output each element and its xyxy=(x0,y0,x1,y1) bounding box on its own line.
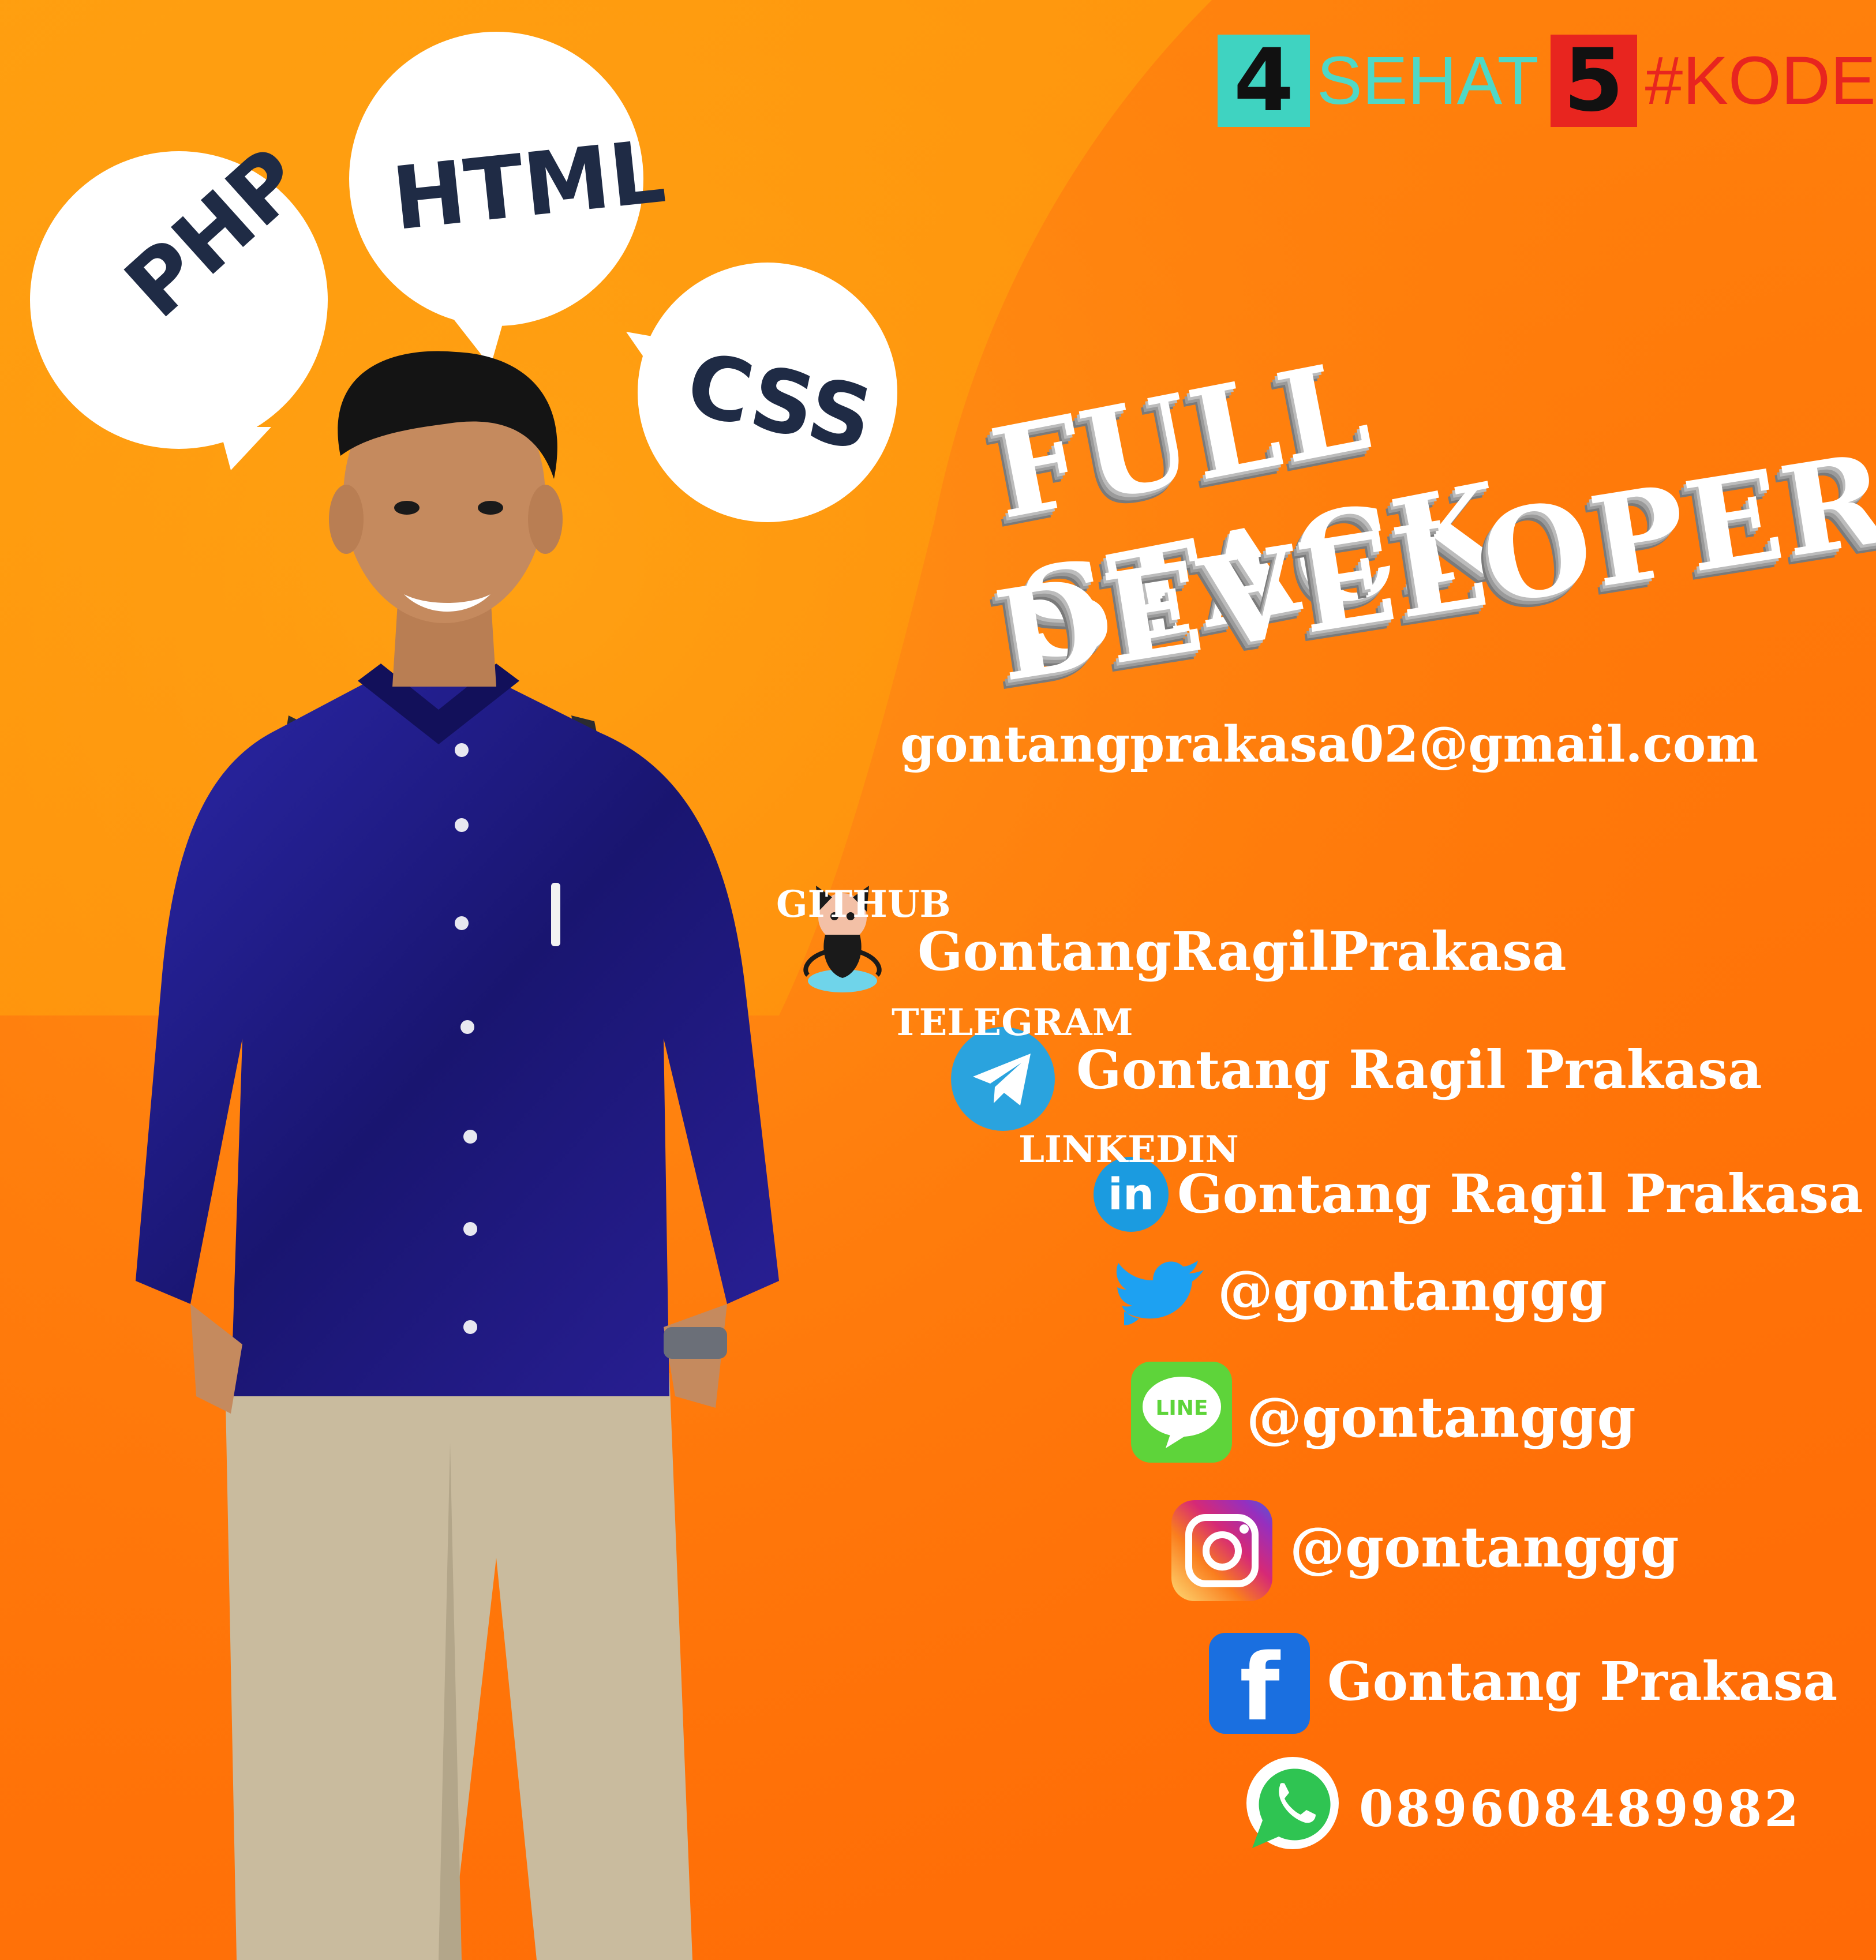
whatsapp-number[interactable]: 089608489982 xyxy=(1359,1780,1801,1838)
telegram-label: TELEGRAM xyxy=(892,1001,1133,1044)
svg-text:in: in xyxy=(1108,1168,1154,1220)
sehat-kode-logo: 4 SEHAT 5 #KODE xyxy=(1218,31,1876,131)
poster: in LINE f 4 SEHAT 5 #KODE PHP HTML CSS F… xyxy=(0,0,1876,1960)
twitter-handle[interactable]: @gontanggg xyxy=(1218,1258,1607,1323)
instagram-handle[interactable]: @gontanggg xyxy=(1290,1515,1679,1580)
instagram-icon xyxy=(1171,1500,1272,1601)
logo-number-5: 5 xyxy=(1550,31,1637,131)
line-handle[interactable]: @gontanggg xyxy=(1246,1385,1636,1450)
github-username[interactable]: GontangRagilPrakasa xyxy=(918,920,1567,983)
github-label: GITHUB xyxy=(776,883,951,926)
telegram-name[interactable]: Gontang Ragil Prakasa xyxy=(1076,1039,1762,1101)
email-address[interactable]: gontangprakasa02@gmail.com xyxy=(900,715,1758,774)
facebook-icon: f xyxy=(1209,1633,1310,1741)
svg-text:f: f xyxy=(1240,1633,1281,1741)
logo-word-sehat: SEHAT xyxy=(1317,43,1539,119)
svg-text:LINE: LINE xyxy=(1155,1396,1208,1420)
whatsapp-icon xyxy=(1246,1757,1339,1849)
linkedin-name[interactable]: Gontang Ragil Prakasa xyxy=(1177,1163,1863,1225)
facebook-name[interactable]: Gontang Prakasa xyxy=(1327,1650,1837,1712)
logo-number-4: 4 xyxy=(1218,31,1310,131)
line-icon: LINE xyxy=(1131,1362,1232,1463)
logo-word-kode: #KODE xyxy=(1645,43,1876,119)
